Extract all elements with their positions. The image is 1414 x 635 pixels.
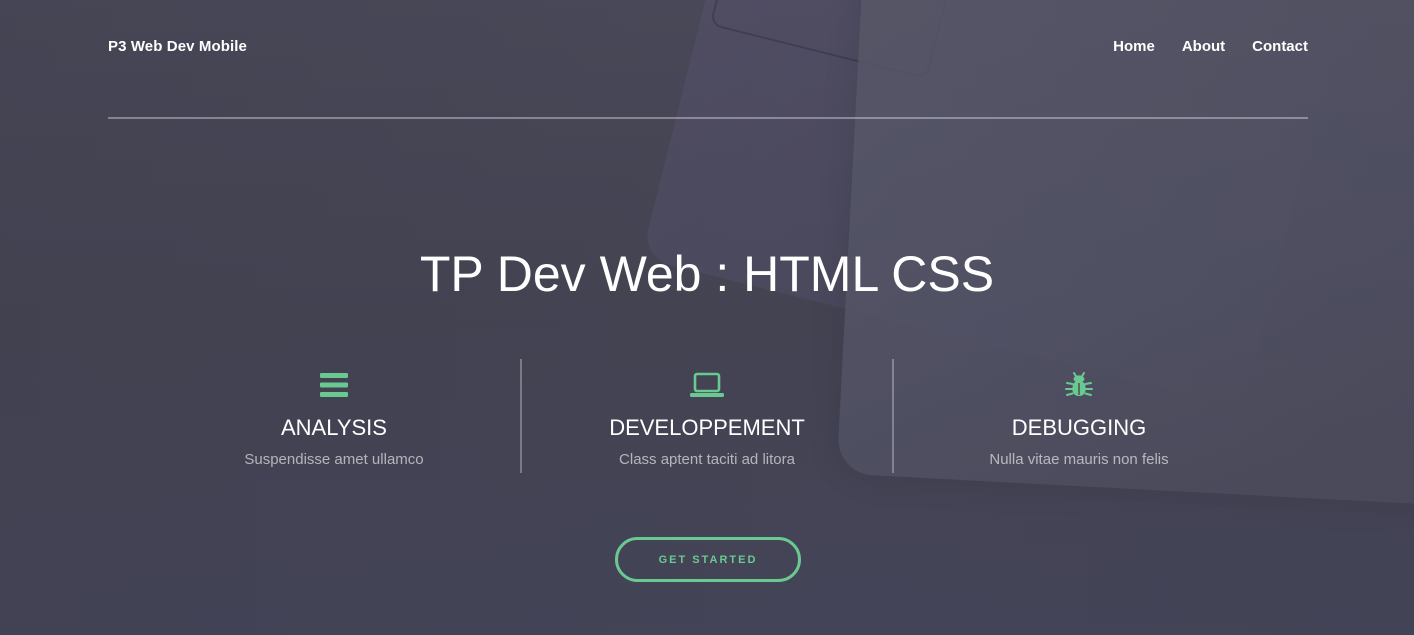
feature-developpement: DEVELOPPEMENT Class aptent taciti ad lit… xyxy=(521,359,893,473)
feature-debugging: DEBUGGING Nulla vitae mauris non felis xyxy=(893,359,1265,473)
laptop-icon xyxy=(690,372,724,397)
hero-section: P3 Web Dev Mobile Home About Contact TP … xyxy=(0,0,1414,635)
feature-description: Nulla vitae mauris non felis xyxy=(989,451,1169,468)
feature-title: ANALYSIS xyxy=(281,415,387,440)
site-brand[interactable]: P3 Web Dev Mobile xyxy=(108,38,247,55)
hero-title: TP Dev Web : HTML CSS xyxy=(419,246,995,302)
bug-icon xyxy=(1065,372,1093,396)
menu-bars-icon xyxy=(320,373,348,397)
get-started-button[interactable]: GET STARTED xyxy=(615,537,801,582)
feature-title: DEBUGGING xyxy=(1011,415,1147,440)
header-divider xyxy=(108,117,1308,119)
feature-title: DEVELOPPEMENT xyxy=(609,415,805,440)
feature-analysis: ANALYSIS Suspendisse amet ullamco xyxy=(148,359,520,473)
nav-link-about[interactable]: About xyxy=(1182,38,1225,55)
nav-link-home[interactable]: Home xyxy=(1113,38,1155,55)
features-row: ANALYSIS Suspendisse amet ullamco DEVELO… xyxy=(148,359,1266,473)
feature-description: Class aptent taciti ad litora xyxy=(619,451,795,468)
feature-description: Suspendisse amet ullamco xyxy=(244,451,424,468)
main-nav: Home About Contact xyxy=(1113,38,1308,55)
nav-link-contact[interactable]: Contact xyxy=(1252,38,1308,55)
